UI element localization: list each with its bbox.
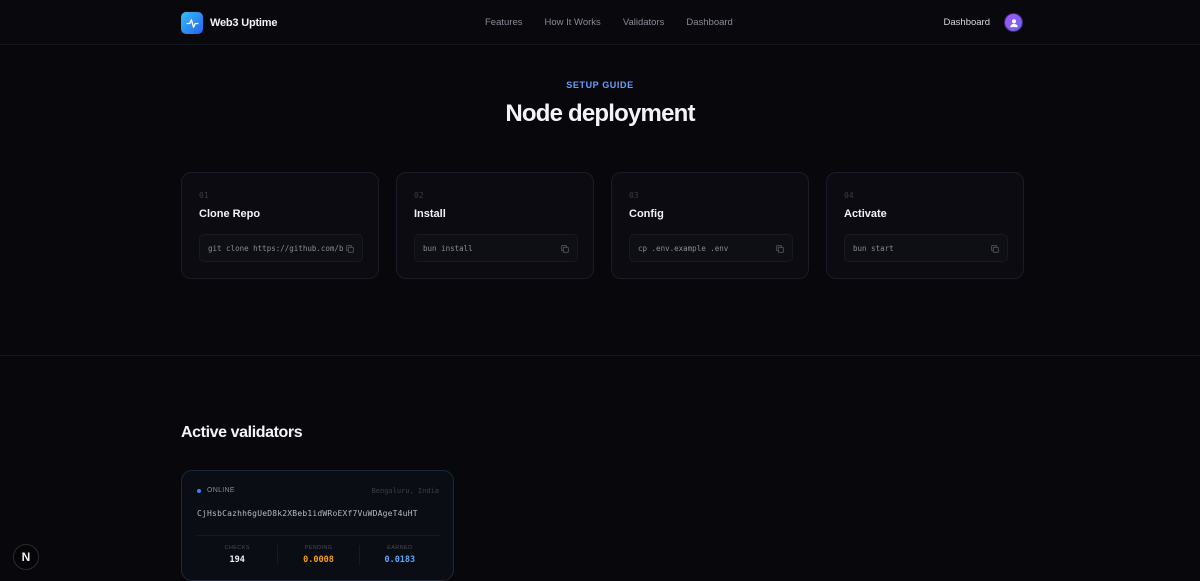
stat-pending: PENDING 0.0008 — [278, 545, 360, 565]
command-box: git clone https://github.com/b — [199, 234, 363, 262]
status-badge: ONLINE — [197, 487, 235, 494]
step-number: 04 — [844, 191, 854, 200]
section-label: SETUP GUIDE — [566, 80, 634, 90]
command-box: bun install — [414, 234, 578, 262]
command-text: bun install — [423, 243, 473, 253]
step-title: Install — [414, 208, 446, 220]
stat-checks: CHECKS 194 — [197, 545, 279, 565]
step-card-clone-repo: 01 Clone Repo git clone https://github.c… — [181, 172, 379, 279]
validators-heading: Active validators — [181, 424, 303, 441]
validator-public-key: CjHsbCazhh6gUeD8k2XBeb1idWRoEXf7VuWDAgeT… — [197, 509, 418, 518]
nav-right: Dashboard — [944, 13, 1023, 32]
step-card-install: 02 Install bun install — [396, 172, 594, 279]
stat-value: 194 — [229, 555, 245, 565]
stat-label: EARNED — [387, 545, 413, 551]
brand[interactable]: Web3 Uptime — [181, 12, 277, 34]
nav-links: Features How It Works Validators Dashboa… — [485, 17, 733, 28]
stat-earned: EARNED 0.0183 — [360, 545, 440, 565]
command-text: cp .env.example .env — [638, 243, 729, 253]
copy-icon[interactable] — [990, 244, 1000, 254]
step-number: 01 — [199, 191, 209, 200]
nav-link-validators[interactable]: Validators — [623, 17, 665, 28]
stat-value: 0.0008 — [303, 555, 334, 565]
avatar[interactable] — [1004, 13, 1023, 32]
copy-icon[interactable] — [560, 244, 570, 254]
step-number: 02 — [414, 191, 424, 200]
status-text: ONLINE — [207, 487, 235, 494]
copy-icon[interactable] — [345, 244, 355, 254]
command-box: bun start — [844, 234, 1008, 262]
nextjs-dev-badge[interactable]: N — [13, 544, 39, 570]
step-number: 03 — [629, 191, 639, 200]
nav-link-features[interactable]: Features — [485, 17, 523, 28]
step-card-activate: 04 Activate bun start — [826, 172, 1024, 279]
stat-value: 0.0183 — [384, 555, 416, 565]
step-title: Activate — [844, 208, 887, 220]
page-title: Node deployment — [505, 100, 695, 127]
step-title: Config — [629, 208, 664, 220]
copy-icon[interactable] — [775, 244, 785, 254]
stat-label: CHECKS — [224, 545, 250, 551]
setup-steps: 01 Clone Repo git clone https://github.c… — [181, 172, 1024, 279]
nav-link-how-it-works[interactable]: How It Works — [545, 17, 601, 28]
dashboard-button[interactable]: Dashboard — [944, 17, 990, 28]
validator-stats: CHECKS 194 PENDING 0.0008 EARNED 0.0183 — [197, 545, 440, 565]
command-text: bun start — [853, 243, 894, 253]
user-icon — [1009, 18, 1018, 27]
step-card-config: 03 Config cp .env.example .env — [611, 172, 809, 279]
section-divider — [0, 355, 1200, 356]
stat-label: PENDING — [304, 545, 333, 551]
validator-location: Bengaluru, India — [371, 487, 439, 495]
validator-card[interactable]: ONLINE Bengaluru, India CjHsbCazhh6gUeD8… — [181, 470, 454, 581]
activity-pulse-icon — [181, 12, 203, 34]
command-box: cp .env.example .env — [629, 234, 793, 262]
top-navbar: Web3 Uptime Features How It Works Valida… — [0, 0, 1200, 45]
brand-name: Web3 Uptime — [210, 17, 278, 29]
card-divider — [197, 535, 440, 536]
nav-link-dashboard[interactable]: Dashboard — [686, 17, 732, 28]
step-title: Clone Repo — [199, 208, 261, 220]
command-text: git clone https://github.com/b — [208, 243, 344, 253]
status-dot-icon — [197, 488, 201, 493]
